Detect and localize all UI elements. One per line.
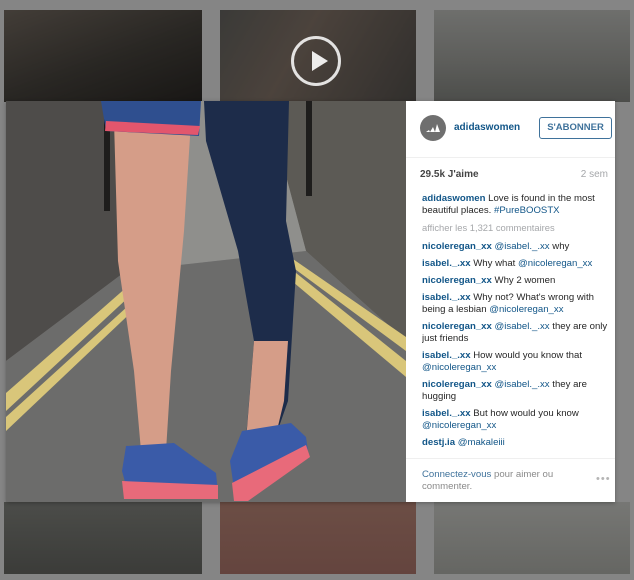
- comment-row: isabel._.xx Why not? What's wrong with b…: [422, 292, 610, 316]
- more-dots-icon[interactable]: •••: [596, 473, 611, 485]
- comment-row: isabel._.xx Why what @nicoleregan_xx: [422, 258, 610, 270]
- comment-username[interactable]: nicoleregan_xx: [422, 379, 492, 390]
- comment-text: Why 2 women: [491, 275, 556, 286]
- likes-count[interactable]: 29.5k J'aime: [420, 169, 479, 180]
- post-footer: Connectez-vous pour aimer ou commenter. …: [406, 458, 615, 503]
- comments-list: adidaswomen Love is found in the most be…: [422, 193, 610, 455]
- username-link[interactable]: adidaswomen: [454, 122, 520, 133]
- comment-username[interactable]: destj.ia: [422, 437, 455, 448]
- comment-row: nicoleregan_xx @isabel._.xx why: [422, 241, 610, 253]
- follow-button[interactable]: S'ABONNER: [539, 117, 612, 139]
- comment-row: nicoleregan_xx Why 2 women: [422, 275, 610, 287]
- post-photo-illustration: [6, 101, 406, 502]
- comment-username[interactable]: isabel._.xx: [422, 408, 471, 419]
- post-stats: 29.5k J'aime 2 sem: [420, 169, 608, 180]
- mention-link[interactable]: @nicoleregan_xx: [489, 304, 563, 315]
- adidas-logo-icon: [426, 124, 440, 132]
- comment-username[interactable]: nicoleregan_xx: [422, 275, 492, 286]
- comment-row: isabel._.xx But how would you know @nico…: [422, 408, 610, 432]
- play-icon[interactable]: [291, 36, 341, 86]
- comment-row: isabel._.xx How would you know that @nic…: [422, 350, 610, 374]
- comment-text: But how would you know: [470, 408, 579, 419]
- avatar[interactable]: [420, 115, 446, 141]
- caption: adidaswomen Love is found in the most be…: [422, 193, 610, 217]
- comment-rows: nicoleregan_xx @isabel._.xx why isabel._.…: [422, 241, 610, 449]
- hashtag-link[interactable]: #PureBOOSTX: [494, 205, 560, 216]
- comment-username[interactable]: isabel._.xx: [422, 350, 471, 361]
- post-age[interactable]: 2 sem: [581, 169, 608, 180]
- post-modal: adidaswomen S'ABONNER 29.5k J'aime 2 sem…: [6, 101, 615, 502]
- comment-text: How would you know that: [470, 350, 582, 361]
- mention-link[interactable]: @nicoleregan_xx: [422, 362, 496, 373]
- comment-username[interactable]: nicoleregan_xx: [422, 241, 492, 252]
- mention-link[interactable]: @nicoleregan_xx: [518, 258, 592, 269]
- comment-username[interactable]: nicoleregan_xx: [422, 321, 492, 332]
- mention-link[interactable]: @isabel._.xx: [495, 379, 550, 390]
- comment-username[interactable]: adidaswomen: [422, 193, 485, 204]
- login-link[interactable]: Connectez-vous: [422, 469, 491, 480]
- comment-row: nicoleregan_xx @isabel._.xx they are hug…: [422, 379, 610, 403]
- login-prompt: Connectez-vous pour aimer ou commenter.: [422, 469, 572, 493]
- comment-text: why: [549, 241, 570, 252]
- comment-row: destj.ia @makaleiii: [422, 437, 610, 449]
- comment-text: Why what: [470, 258, 518, 269]
- post-photo[interactable]: [6, 101, 406, 502]
- mention-link[interactable]: @isabel._.xx: [495, 241, 550, 252]
- mention-link[interactable]: @makaleiii: [458, 437, 505, 448]
- post-header: adidaswomen S'ABONNER: [406, 101, 615, 158]
- load-more-comments[interactable]: afficher les 1,321 commentaires: [422, 222, 610, 234]
- mention-link[interactable]: @isabel._.xx: [495, 321, 550, 332]
- mention-link[interactable]: @nicoleregan_xx: [422, 420, 496, 431]
- post-sidebar: adidaswomen S'ABONNER 29.5k J'aime 2 sem…: [406, 101, 615, 502]
- comment-row: nicoleregan_xx @isabel._.xx they are onl…: [422, 321, 610, 345]
- comment-username[interactable]: isabel._.xx: [422, 258, 471, 269]
- comment-username[interactable]: isabel._.xx: [422, 292, 471, 303]
